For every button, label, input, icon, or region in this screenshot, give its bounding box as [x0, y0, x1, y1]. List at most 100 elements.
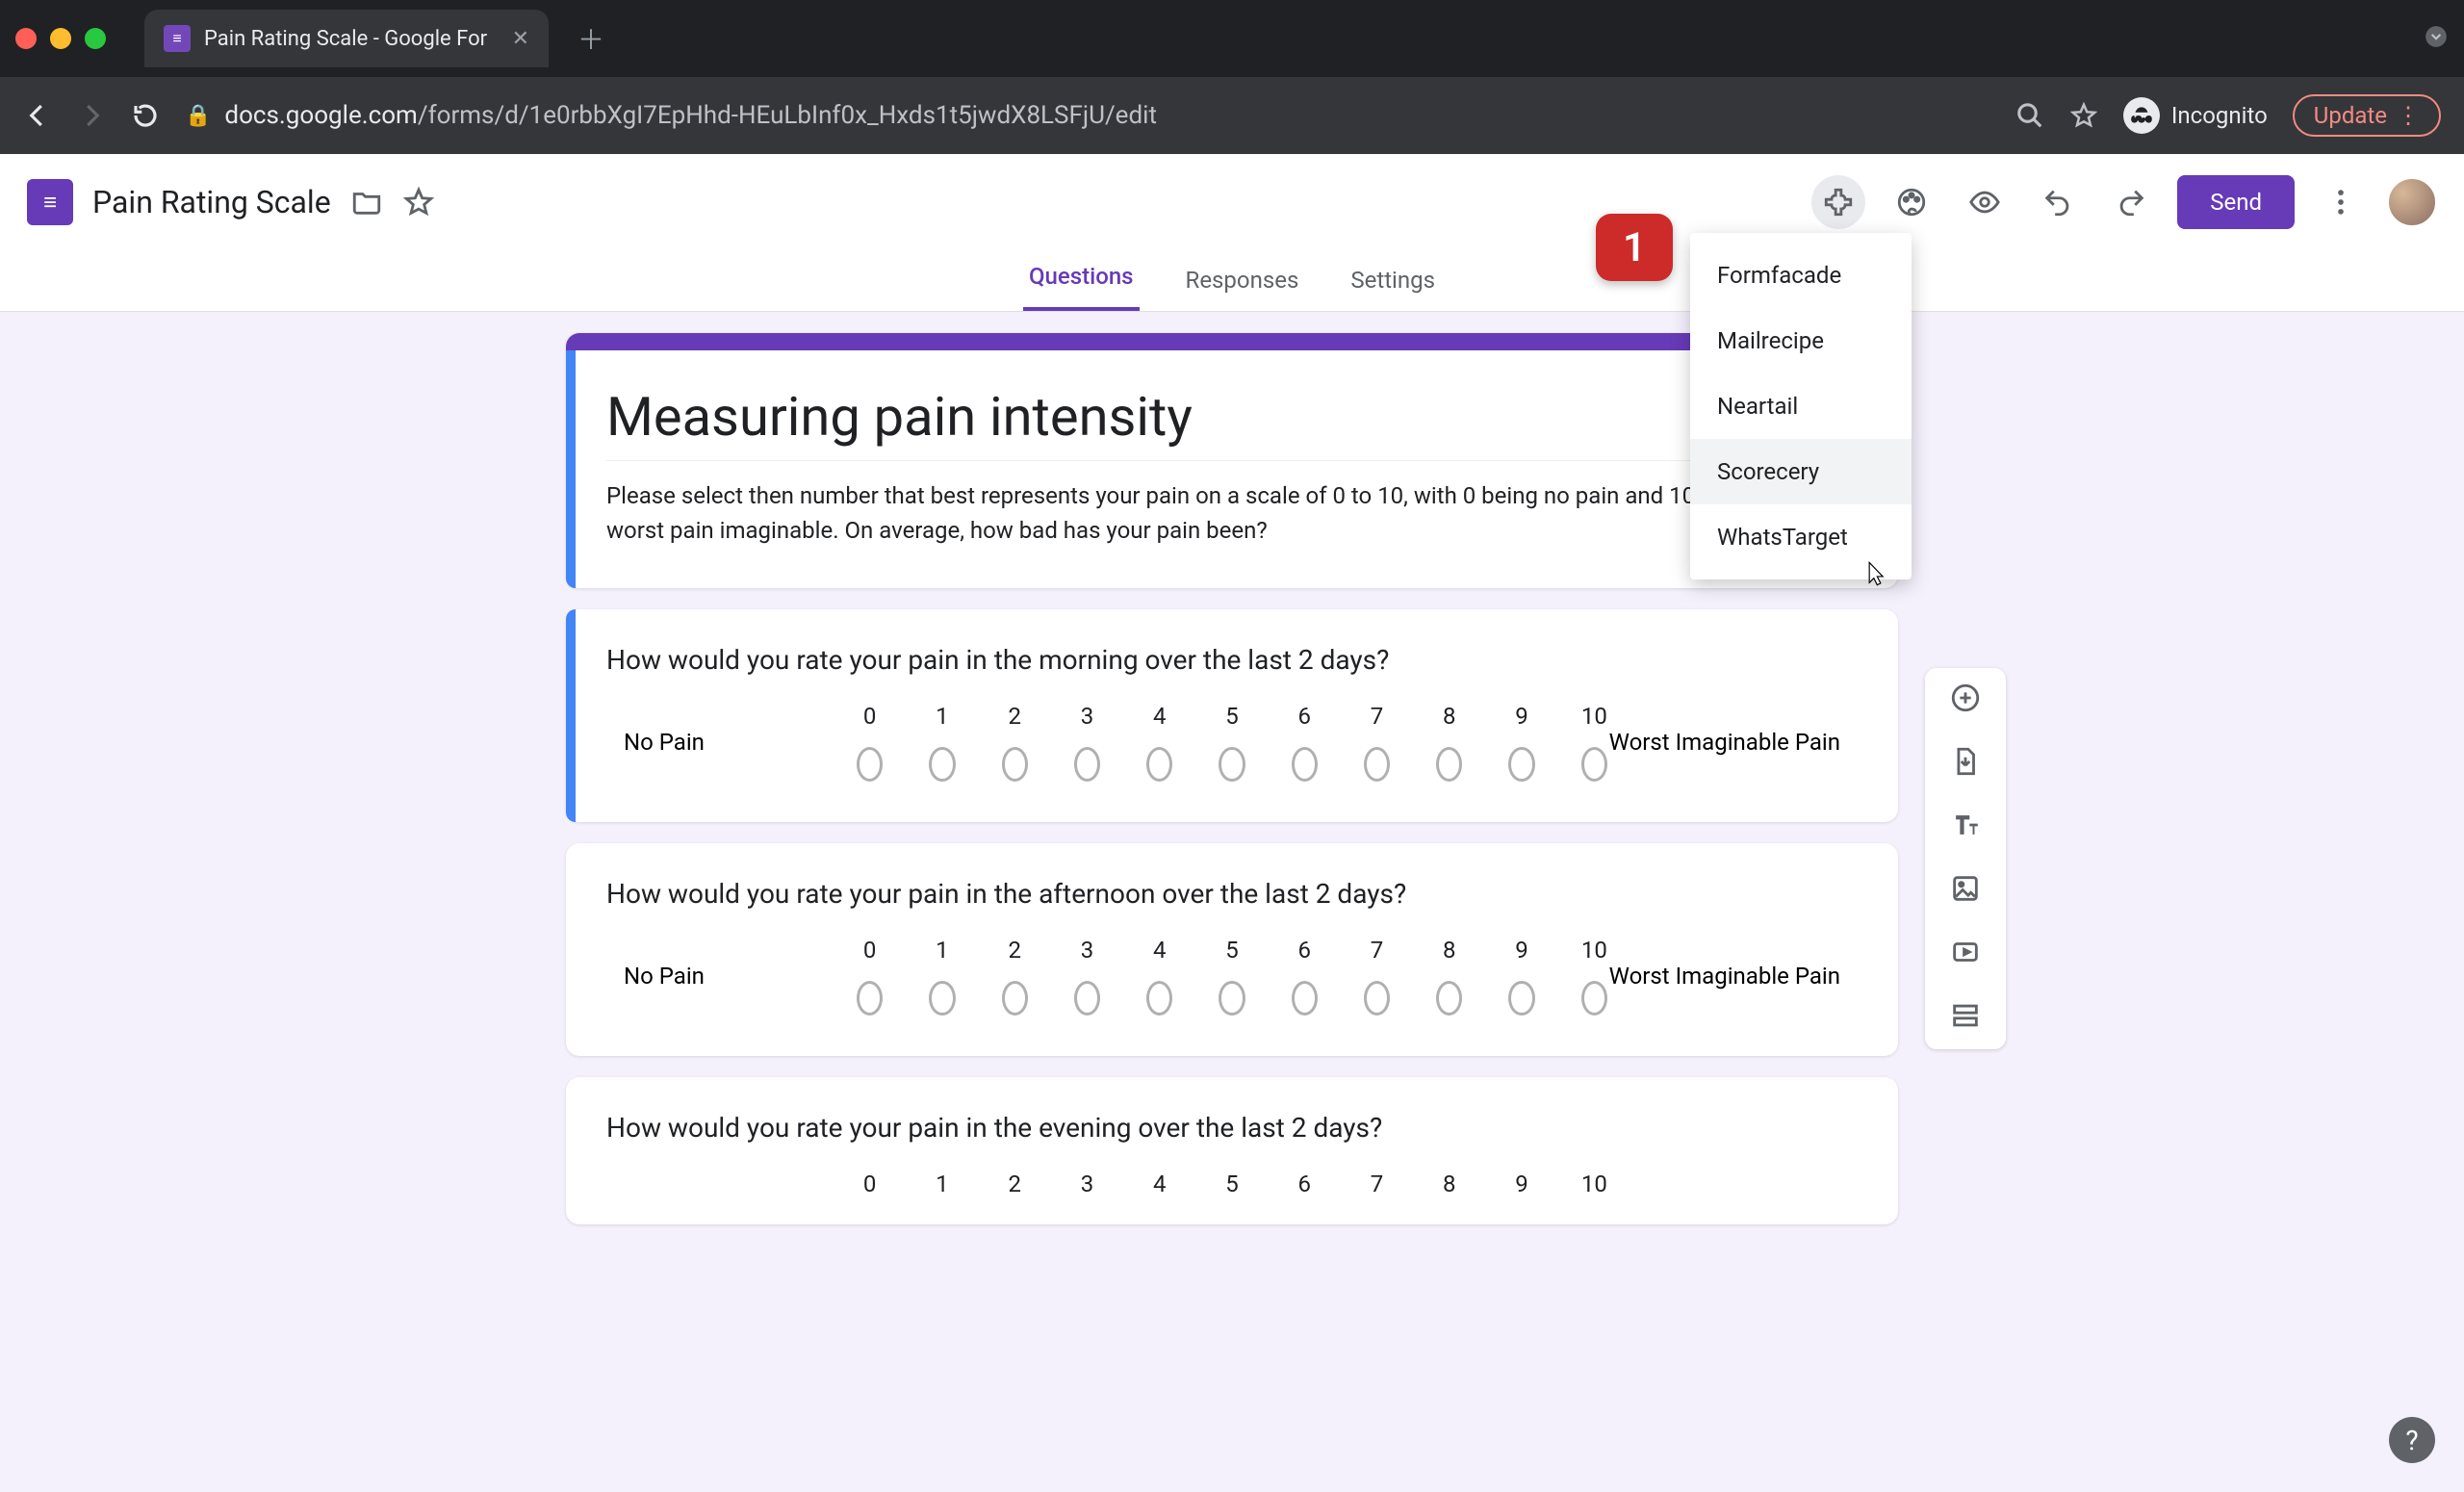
help-button[interactable]: ?: [2389, 1417, 2435, 1463]
scale-right-label: Worst Imaginable Pain: [1609, 963, 1840, 990]
scale-radios: [857, 747, 1607, 782]
account-avatar[interactable]: [2387, 177, 2437, 227]
mac-window-controls: [15, 28, 106, 49]
scale-radio[interactable]: [1508, 747, 1534, 782]
question-card[interactable]: How would you rate your pain in the morn…: [566, 609, 1898, 822]
add-video-icon[interactable]: [1949, 936, 1982, 972]
scale-radio[interactable]: [1002, 747, 1028, 782]
scale-radio[interactable]: [1074, 981, 1100, 1016]
browser-tab[interactable]: ≡ Pain Rating Scale - Google For ✕: [144, 10, 549, 67]
question-card[interactable]: How would you rate your pain in the afte…: [566, 843, 1898, 1056]
add-section-icon[interactable]: [1949, 999, 1982, 1036]
forms-favicon-icon: ≡: [164, 25, 191, 52]
add-image-icon[interactable]: [1949, 872, 1982, 909]
close-tab-icon[interactable]: ✕: [512, 27, 529, 51]
scale-radio[interactable]: [1292, 747, 1318, 782]
undo-icon[interactable]: [2031, 175, 2085, 229]
scale-radio[interactable]: [929, 747, 955, 782]
scale-radio[interactable]: [1364, 747, 1390, 782]
form-canvas: Measuring pain intensity Please select t…: [0, 312, 2464, 1492]
add-title-icon[interactable]: [1949, 809, 1982, 845]
redo-icon[interactable]: [2104, 175, 2158, 229]
scale-radio[interactable]: [1002, 981, 1028, 1016]
scale-radio[interactable]: [1074, 747, 1100, 782]
scale-radio[interactable]: [1219, 981, 1245, 1016]
scale-radio[interactable]: [1146, 981, 1172, 1016]
forms-tabs: Questions Responses Settings: [0, 250, 2464, 312]
badge-number: 1: [1623, 224, 1646, 271]
incognito-label: Incognito: [2171, 102, 2268, 129]
cursor-icon: [1861, 560, 1888, 587]
reload-button[interactable]: [131, 101, 160, 130]
question-title[interactable]: How would you rate your pain in the afte…: [606, 878, 1858, 910]
scale-number-labels: 0 1 2 3 4 5 6 7 8 9 10: [857, 703, 1607, 730]
incognito-indicator: Incognito: [2123, 97, 2268, 134]
more-menu-icon[interactable]: [2314, 175, 2368, 229]
add-question-icon[interactable]: [1949, 682, 1982, 718]
update-button[interactable]: Update ⋮: [2293, 94, 2441, 137]
scale-number-labels: 0 1 2 3 4 5 6 7 8 9 10: [857, 937, 1607, 964]
addons-menu: Formfacade Mailrecipe Neartail Scorecery…: [1690, 233, 1912, 579]
close-window-button[interactable]: [15, 28, 37, 49]
linear-scale: 0 1 2 3 4 5 6 7 8 9 10: [606, 937, 1858, 1016]
url-path: /forms/d/1e0rbbXgI7EpHhd-HEuLbInf0x_Hxds…: [418, 101, 1157, 130]
browser-addressbar: 🔒 docs.google.com/forms/d/1e0rbbXgI7EpHh…: [0, 77, 2464, 154]
scale-left-label: No Pain: [624, 963, 705, 990]
move-to-folder-icon[interactable]: [350, 186, 383, 219]
scale-left-label: No Pain: [624, 729, 705, 756]
send-button[interactable]: Send: [2177, 175, 2295, 229]
forms-logo-icon[interactable]: ≡: [27, 179, 73, 225]
address-field[interactable]: 🔒 docs.google.com/forms/d/1e0rbbXgI7EpHh…: [185, 101, 1990, 130]
question-side-toolbar: [1925, 668, 2006, 1049]
scale-radio[interactable]: [1292, 981, 1318, 1016]
scale-radio[interactable]: [1146, 747, 1172, 782]
form-description[interactable]: Please select then number that best repr…: [606, 478, 1858, 548]
scale-radio[interactable]: [1581, 981, 1607, 1016]
tab-responses[interactable]: Responses: [1180, 267, 1305, 311]
form-title[interactable]: Measuring pain intensity: [606, 385, 1858, 449]
question-title[interactable]: How would you rate your pain in the morn…: [606, 644, 1858, 676]
customize-theme-icon[interactable]: [1885, 175, 1938, 229]
preview-icon[interactable]: [1958, 175, 2012, 229]
addon-item[interactable]: Formfacade: [1690, 243, 1912, 308]
scale-number-labels: 0 1 2 3 4 5 6 7 8 9 10: [857, 1170, 1607, 1197]
back-button[interactable]: [23, 101, 52, 130]
tab-settings[interactable]: Settings: [1345, 267, 1441, 311]
addon-item[interactable]: Neartail: [1690, 373, 1912, 439]
scale-right-label: Worst Imaginable Pain: [1609, 729, 1840, 756]
search-icon[interactable]: [2015, 101, 2044, 130]
scale-radio[interactable]: [1436, 747, 1462, 782]
question-card[interactable]: How would you rate your pain in the even…: [566, 1077, 1898, 1224]
minimize-window-button[interactable]: [50, 28, 71, 49]
scale-radio[interactable]: [929, 981, 955, 1016]
addon-item[interactable]: Mailrecipe: [1690, 308, 1912, 373]
import-questions-icon[interactable]: [1949, 745, 1982, 782]
scale-radio[interactable]: [857, 747, 883, 782]
linear-scale: 0 1 2 3 4 5 6 7 8 9 10: [606, 703, 1858, 782]
tab-questions[interactable]: Questions: [1023, 263, 1140, 311]
maximize-window-button[interactable]: [85, 28, 106, 49]
star-icon[interactable]: [402, 186, 435, 219]
addon-item[interactable]: Scorecery: [1690, 439, 1912, 504]
lock-icon: 🔒: [185, 104, 211, 128]
form-name[interactable]: Pain Rating Scale: [92, 184, 331, 220]
scale-radio[interactable]: [1508, 981, 1534, 1016]
new-tab-button[interactable]: ＋: [578, 19, 604, 58]
linear-scale: 0 1 2 3 4 5 6 7 8 9 10: [606, 1170, 1858, 1197]
addons-button[interactable]: [1811, 175, 1865, 229]
scale-radio[interactable]: [1219, 747, 1245, 782]
send-label: Send: [2210, 189, 2262, 216]
bookmark-star-icon[interactable]: [2069, 101, 2098, 130]
forward-button[interactable]: [77, 101, 106, 130]
scale-radio[interactable]: [1581, 747, 1607, 782]
browser-tabstrip: ≡ Pain Rating Scale - Google For ✕ ＋: [0, 0, 2464, 77]
scale-radio[interactable]: [1364, 981, 1390, 1016]
tabs-overflow-icon[interactable]: [2424, 24, 2449, 54]
scale-radios: [857, 981, 1607, 1016]
scale-radio[interactable]: [1436, 981, 1462, 1016]
tab-title: Pain Rating Scale - Google For: [204, 27, 499, 51]
scale-radio[interactable]: [857, 981, 883, 1016]
step-badge: 1: [1596, 214, 1673, 281]
question-title[interactable]: How would you rate your pain in the even…: [606, 1112, 1858, 1144]
chrome-menu-icon[interactable]: ⋮: [2397, 102, 2420, 129]
